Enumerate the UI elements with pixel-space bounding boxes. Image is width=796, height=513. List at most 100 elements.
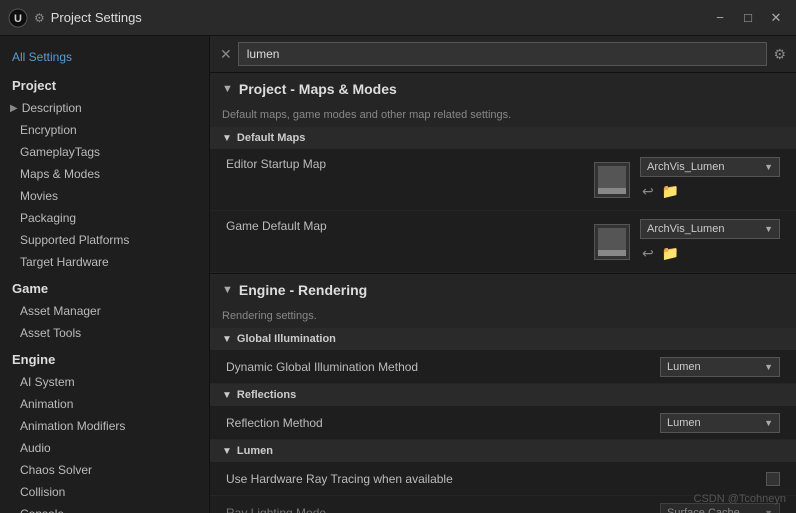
hw-ray-tracing-label: Use Hardware Ray Tracing when available <box>226 472 766 486</box>
ray-lighting-mode-label: Ray Lighting Mode <box>226 506 660 513</box>
sidebar-item-animation[interactable]: Animation <box>0 393 209 415</box>
section-desc-project-maps: Default maps, game modes and other map r… <box>210 105 796 127</box>
search-bar: ✕ ⚙ <box>210 36 796 73</box>
subsection-arrow-icon: ▼ <box>222 390 232 401</box>
game-map-preview-image <box>598 228 626 256</box>
dropdown-arrow-icon: ▼ <box>764 162 773 172</box>
sidebar-item-gameplaytags[interactable]: GameplayTags <box>0 141 209 163</box>
sidebar-item-ai-system[interactable]: AI System <box>0 371 209 393</box>
editor-startup-map-actions: ↩ 📁 <box>640 181 780 202</box>
subsection-header-lumen[interactable]: ▼ Lumen <box>210 440 796 462</box>
subsection-default-maps: ▼ Default Maps Editor Startup Map <box>210 127 796 273</box>
sidebar-item-console[interactable]: Console <box>0 503 209 513</box>
lumen-settings: Use Hardware Ray Tracing when available … <box>210 462 796 513</box>
close-button[interactable]: ✕ <box>764 8 788 28</box>
section-engine-rendering: ▼ Engine - Rendering Rendering settings.… <box>210 274 796 513</box>
game-default-map-dropdown[interactable]: ArchVis_Lumen ▼ <box>640 219 780 239</box>
reflection-method-control: Lumen ▼ <box>660 413 780 433</box>
map-preview-image <box>598 166 626 194</box>
content-area: ✕ ⚙ ▼ Project - Maps & Modes Default map… <box>210 36 796 513</box>
dropdown-arrow-icon: ▼ <box>764 362 773 372</box>
maximize-button[interactable]: □ <box>736 8 760 28</box>
editor-startup-map-preview <box>594 162 630 198</box>
subsection-global-illumination: ▼ Global Illumination Dynamic Global Ill… <box>210 328 796 384</box>
title-bar: U ⚙ Project Settings − □ ✕ <box>0 0 796 36</box>
dropdown-arrow-icon: ▼ <box>764 224 773 234</box>
reset-icon[interactable]: ↩ <box>640 243 656 264</box>
hw-ray-tracing-checkbox[interactable] <box>766 472 780 486</box>
reset-icon[interactable]: ↩ <box>640 181 656 202</box>
reflection-method-label: Reflection Method <box>226 416 660 430</box>
arrow-icon: ▶ <box>10 103 18 114</box>
sidebar-item-maps-modes[interactable]: Maps & Modes <box>0 163 209 185</box>
default-maps-settings: Editor Startup Map ArchVis_Lumen ▼ <box>210 149 796 273</box>
sidebar-all-settings[interactable]: All Settings <box>0 44 209 70</box>
subsection-header-default-maps[interactable]: ▼ Default Maps <box>210 127 796 149</box>
editor-startup-map-label: Editor Startup Map <box>226 157 594 171</box>
sidebar-item-animation-modifiers[interactable]: Animation Modifiers <box>0 415 209 437</box>
sidebar-item-description[interactable]: ▶ Description <box>0 97 209 119</box>
dropdown-arrow-icon: ▼ <box>764 508 773 513</box>
subsection-arrow-icon: ▼ <box>222 446 232 457</box>
sidebar-item-packaging[interactable]: Packaging <box>0 207 209 229</box>
window-title: Project Settings <box>51 10 708 25</box>
sidebar-item-asset-manager[interactable]: Asset Manager <box>0 300 209 322</box>
dgi-method-label: Dynamic Global Illumination Method <box>226 360 660 374</box>
app-logo: U <box>8 8 28 28</box>
watermark: CSDN @Tcohneyn <box>694 493 786 505</box>
sidebar-section-game: Game <box>0 273 209 300</box>
game-default-map-label: Game Default Map <box>226 219 594 233</box>
sidebar-item-asset-tools[interactable]: Asset Tools <box>0 322 209 344</box>
main-layout: All Settings Project ▶ Description Encry… <box>0 36 796 513</box>
dropdown-arrow-icon: ▼ <box>764 418 773 428</box>
game-default-map-select-container: ArchVis_Lumen ▼ ↩ 📁 <box>640 219 780 264</box>
game-default-map-preview <box>594 224 630 260</box>
hw-ray-tracing-control <box>766 472 780 486</box>
title-bar-icon: ⚙ <box>34 11 45 25</box>
setting-row-game-default-map: Game Default Map ArchVis_Lumen ▼ <box>210 211 796 273</box>
browse-icon[interactable]: 📁 <box>660 181 681 202</box>
reflections-settings: Reflection Method Lumen ▼ <box>210 406 796 440</box>
setting-row-hw-ray-tracing: Use Hardware Ray Tracing when available <box>210 462 796 496</box>
minimize-button[interactable]: − <box>708 8 732 28</box>
sidebar-item-chaos-solver[interactable]: Chaos Solver <box>0 459 209 481</box>
sidebar-item-audio[interactable]: Audio <box>0 437 209 459</box>
section-arrow-icon: ▼ <box>222 83 233 95</box>
dgi-method-dropdown[interactable]: Lumen ▼ <box>660 357 780 377</box>
setting-row-reflection-method: Reflection Method Lumen ▼ <box>210 406 796 440</box>
browse-icon[interactable]: 📁 <box>660 243 681 264</box>
section-arrow-icon: ▼ <box>222 284 233 296</box>
section-desc-engine-rendering: Rendering settings. <box>210 306 796 328</box>
reflection-method-dropdown[interactable]: Lumen ▼ <box>660 413 780 433</box>
subsection-arrow-icon: ▼ <box>222 334 232 345</box>
sidebar-item-encryption[interactable]: Encryption <box>0 119 209 141</box>
subsection-reflections: ▼ Reflections Reflection Method Lumen ▼ <box>210 384 796 440</box>
svg-text:U: U <box>14 13 22 25</box>
search-input[interactable] <box>238 42 768 66</box>
editor-startup-map-select-row: ArchVis_Lumen ▼ <box>640 157 780 177</box>
sidebar: All Settings Project ▶ Description Encry… <box>0 36 210 513</box>
sidebar-item-collision[interactable]: Collision <box>0 481 209 503</box>
sidebar-item-movies[interactable]: Movies <box>0 185 209 207</box>
game-default-map-actions: ↩ 📁 <box>640 243 780 264</box>
subsection-header-reflections[interactable]: ▼ Reflections <box>210 384 796 406</box>
sidebar-item-target-hardware[interactable]: Target Hardware <box>0 251 209 273</box>
dgi-method-control: Lumen ▼ <box>660 357 780 377</box>
subsection-arrow-icon: ▼ <box>222 133 232 144</box>
settings-gear-icon[interactable]: ⚙ <box>773 46 786 63</box>
sidebar-item-supported-platforms[interactable]: Supported Platforms <box>0 229 209 251</box>
subsection-header-global-illumination[interactable]: ▼ Global Illumination <box>210 328 796 350</box>
editor-startup-map-dropdown[interactable]: ArchVis_Lumen ▼ <box>640 157 780 177</box>
editor-startup-map-control: ArchVis_Lumen ▼ ↩ 📁 <box>594 157 780 202</box>
game-default-map-select-row: ArchVis_Lumen ▼ <box>640 219 780 239</box>
sidebar-section-engine: Engine <box>0 344 209 371</box>
search-close-button[interactable]: ✕ <box>220 46 232 63</box>
section-header-project-maps[interactable]: ▼ Project - Maps & Modes <box>210 73 796 105</box>
window-controls: − □ ✕ <box>708 8 788 28</box>
section-header-engine-rendering[interactable]: ▼ Engine - Rendering <box>210 274 796 306</box>
game-default-map-control: ArchVis_Lumen ▼ ↩ 📁 <box>594 219 780 264</box>
global-illumination-settings: Dynamic Global Illumination Method Lumen… <box>210 350 796 384</box>
sidebar-section-project: Project <box>0 70 209 97</box>
setting-row-dgi-method: Dynamic Global Illumination Method Lumen… <box>210 350 796 384</box>
setting-row-editor-startup-map: Editor Startup Map ArchVis_Lumen ▼ <box>210 149 796 211</box>
